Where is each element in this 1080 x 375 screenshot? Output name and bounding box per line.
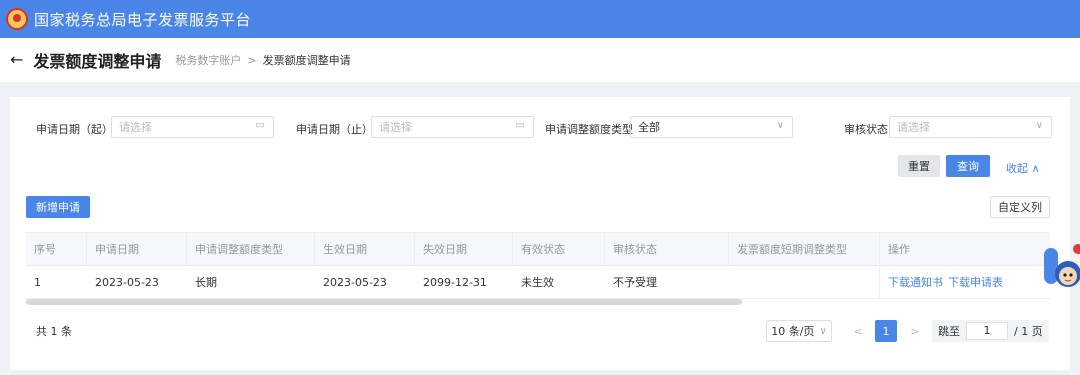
table-cell: 2099-12-31	[423, 275, 487, 289]
end-date-label: 申请日期（止）	[296, 123, 373, 136]
jump-page-input[interactable]: 1	[966, 322, 1008, 340]
start-date-placeholder: 请选择	[119, 121, 152, 134]
column-header: 申请日期	[87, 233, 187, 265]
page-count: / 1 页	[1014, 325, 1043, 338]
page-size-value: 10 条/页	[771, 325, 815, 338]
chevron-down-icon: ∨	[776, 120, 784, 131]
collapse-link[interactable]: 收起 ∧	[1006, 160, 1040, 176]
column-header: 操作	[879, 233, 1050, 265]
download-application-link[interactable]: 下载申请表	[948, 274, 1003, 290]
column-header: 有效状态	[513, 233, 605, 265]
content-card: 申请日期（起） 请选择 ▭ 申请日期（止） 请选择 ▭ 申请调整额度类型 全部 …	[10, 97, 1070, 370]
breadcrumb-item-current: 发票额度调整申请	[262, 54, 351, 67]
breadcrumb-separator: >	[247, 53, 257, 67]
column-header: 生效日期	[315, 233, 415, 265]
actions-cell: 下载通知书 下载申请表	[879, 266, 1050, 298]
chevron-down-icon: ∨	[1035, 120, 1043, 131]
review-status-select[interactable]: 请选择 ∨	[889, 116, 1052, 138]
page-title-bar: ← 发票额度调整申请 税务数字账户 > 发票额度调整申请	[0, 38, 1080, 82]
total-count: 共 1 条	[36, 325, 72, 338]
horizontal-scrollbar[interactable]	[26, 299, 742, 305]
table-cell: 不予受理	[613, 276, 657, 289]
prev-page-button[interactable]: <	[848, 320, 868, 342]
table-cell: 未生效	[521, 276, 554, 289]
page-size-select[interactable]: 10 条/页 ∨	[766, 320, 832, 342]
reset-button[interactable]: 重置	[898, 155, 940, 177]
custom-columns-button[interactable]: 自定义列	[990, 196, 1050, 218]
adjust-type-label: 申请调整额度类型	[545, 123, 633, 136]
adjust-type-select[interactable]: 全部 ∨	[630, 116, 793, 138]
table-cell: 1	[34, 275, 41, 289]
page-number-button[interactable]: 1	[875, 320, 897, 342]
start-date-input[interactable]: 请选择 ▭	[111, 116, 274, 138]
table-cell: 2023-05-23	[95, 275, 159, 289]
calendar-icon: ▭	[515, 120, 525, 131]
service-assistant-icon[interactable]	[1042, 244, 1080, 296]
chevron-down-icon: ∨	[819, 325, 827, 337]
applications-table: 序号 申请日期 申请调整额度类型 生效日期 失效日期 有效状态 审核状态 发票额…	[26, 232, 1050, 299]
next-page-button[interactable]: >	[905, 320, 925, 342]
app-title: 国家税务总局电子发票服务平台	[34, 10, 252, 29]
table-cell: 2023-05-23	[323, 275, 387, 289]
add-application-button[interactable]: 新增申请	[26, 196, 90, 218]
back-arrow-icon[interactable]: ←	[10, 52, 23, 68]
page-jumper: 跳至 1 / 1 页	[932, 320, 1049, 342]
table-row: 1 2023-05-23 长期 2023-05-23 2099-12-31 未生…	[26, 266, 1050, 299]
download-notice-link[interactable]: 下载通知书	[888, 274, 943, 290]
calendar-icon: ▭	[255, 120, 265, 131]
jump-label: 跳至	[938, 325, 960, 338]
review-status-label: 审核状态	[844, 123, 888, 136]
start-date-label: 申请日期（起）	[36, 123, 113, 136]
page-title: 发票额度调整申请	[33, 52, 162, 71]
collapse-label: 收起	[1006, 162, 1028, 175]
end-date-placeholder: 请选择	[379, 121, 412, 134]
column-header: 失效日期	[415, 233, 513, 265]
tax-emblem-icon	[6, 8, 28, 30]
end-date-input[interactable]: 请选择 ▭	[371, 116, 534, 138]
table-cell	[729, 266, 879, 298]
column-header: 序号	[26, 233, 87, 265]
column-header: 审核状态	[605, 233, 729, 265]
table-header: 序号 申请日期 申请调整额度类型 生效日期 失效日期 有效状态 审核状态 发票额…	[26, 232, 1050, 266]
review-status-placeholder: 请选择	[897, 121, 930, 134]
adjust-type-value: 全部	[638, 121, 660, 134]
chevron-up-icon: ∧	[1031, 162, 1040, 175]
column-header: 发票额度短期调整类型	[737, 243, 847, 256]
top-header: 国家税务总局电子发票服务平台	[0, 0, 1080, 38]
query-button[interactable]: 查询	[946, 155, 990, 177]
column-header: 申请调整额度类型	[187, 233, 315, 265]
table-cell: 长期	[195, 276, 217, 289]
breadcrumb-item-account[interactable]: 税务数字账户	[175, 52, 241, 68]
